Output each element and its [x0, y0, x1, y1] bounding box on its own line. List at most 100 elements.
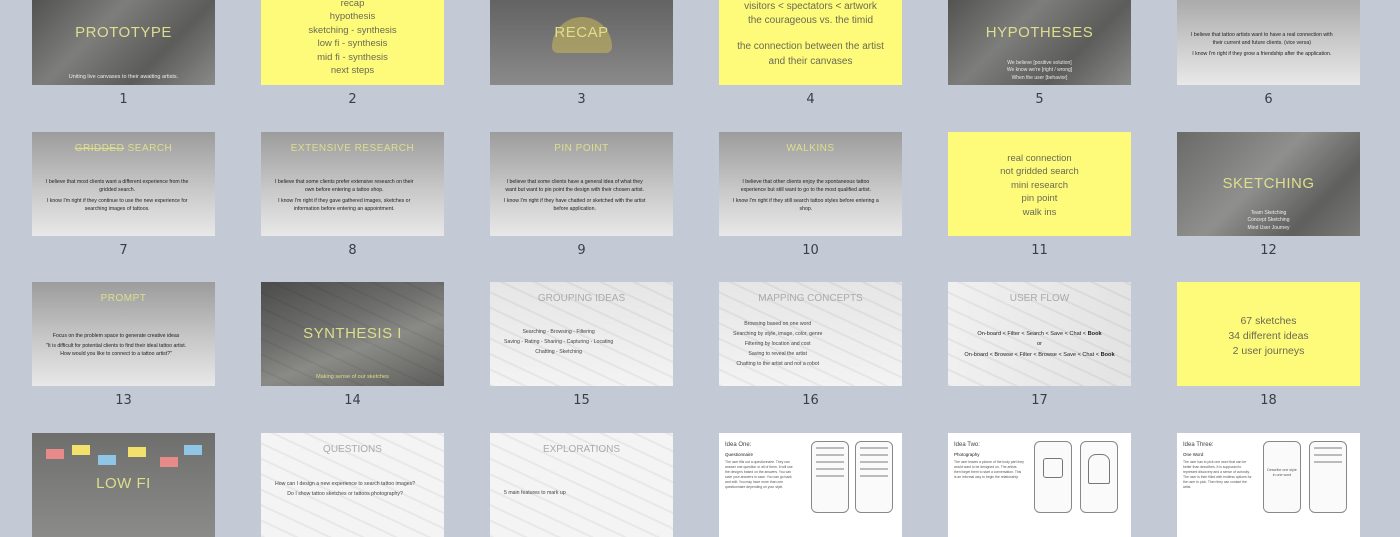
sticky-note: [184, 445, 202, 455]
sketch-line: [816, 447, 844, 449]
slide-line: Saving to reveal the artist: [748, 350, 807, 357]
phone-prompt-text: Describe one style in one word: [1267, 468, 1297, 477]
slide-thumbnail-10[interactable]: WALKINS I believe that other clients enj…: [719, 132, 902, 236]
slide-line: I believe that other clients enjoy the s…: [742, 179, 870, 185]
slide-line: We know we're [right / wrong]: [1006, 67, 1073, 74]
idea-subheading: One Word: [1183, 452, 1204, 457]
slide-caption: Uniting live canvases to their awaiting …: [68, 74, 179, 80]
slide-thumbnail-23[interactable]: Idea Two: Photography The user leaves a …: [948, 433, 1131, 537]
slide-text-list: On-board < Filter < Search < Save < Chat…: [948, 329, 1131, 360]
slide-thumbnail-21[interactable]: EXPLORATIONS 5 main features to mark up: [490, 433, 673, 537]
slide-thumbnail-8[interactable]: EXTENSIVE RESEARCH I believe that some c…: [261, 132, 444, 236]
slide-thumbnail-16[interactable]: MAPPING CONCEPTS Browsing based on one w…: [719, 282, 902, 386]
slide-line: I know I'm right if they have chatted or…: [504, 198, 646, 205]
slide-number: 11: [1031, 243, 1048, 258]
slide-text-list: I believe that most clients want a diffe…: [32, 178, 202, 213]
slide-thumbnail-4[interactable]: visitors < spectators < artwork the cour…: [719, 0, 902, 85]
slide-line: "It is difficult for potential clients t…: [46, 343, 187, 350]
camera-icon: [1043, 458, 1063, 478]
slide-thumbnail-15[interactable]: GROUPING IDEAS Searching - Browsing - Fi…: [490, 282, 673, 386]
phone-sketch: [1309, 441, 1347, 513]
slide-line: mid fi - synthesis: [317, 51, 388, 63]
slide-text-list: 67 sketches 34 different ideas 2 user jo…: [1177, 314, 1360, 359]
slide-number: 2: [348, 92, 357, 107]
slide-line: Concept Sketching: [1247, 217, 1290, 224]
slide-line: experience but still want to go to the m…: [740, 187, 872, 194]
slide-line: low fi - synthesis: [317, 38, 388, 50]
slide-thumbnail-13[interactable]: PROMPT Focus on the problem space to gen…: [32, 282, 215, 386]
slide-line: I believe that most clients want a diffe…: [46, 179, 189, 185]
slide-line: sketching - synthesis: [308, 24, 397, 36]
slide-line: Team Sketching: [1250, 210, 1287, 216]
sticky-note: [160, 457, 178, 467]
sticky-note: [98, 455, 116, 465]
slide-title: EXTENSIVE RESEARCH: [290, 143, 415, 154]
slide-line: gridded search.: [99, 187, 136, 194]
slide-thumbnail-11[interactable]: real connection not gridded search mini …: [948, 132, 1131, 236]
phone-sketch: [1034, 441, 1072, 513]
slide-thumbnail-18[interactable]: 67 sketches 34 different ideas 2 user jo…: [1177, 282, 1360, 386]
slide-thumbnail-19[interactable]: LOW FI: [32, 433, 215, 537]
slide-title: SKETCHING: [1222, 175, 1315, 192]
slide-thumbnail-20[interactable]: QUESTIONS How can I design a new experie…: [261, 433, 444, 537]
phone-sketch: [855, 441, 893, 513]
flow-text: On-board < Filter < Search < Save < Chat…: [977, 331, 1088, 337]
slide-number: 9: [577, 243, 586, 258]
slide-line: I know I'm right if they grow a friendsh…: [1192, 51, 1332, 58]
sketch-line: [860, 447, 888, 449]
slide-line: the courageous vs. the timid: [747, 15, 874, 27]
sticky-note: [72, 445, 90, 455]
idea-heading: Idea Three:: [1183, 442, 1214, 448]
slide-line: the connection between the artist: [737, 41, 884, 53]
slide-thumbnail-3[interactable]: RECAP: [490, 0, 673, 85]
slide-title: PROTOTYPE: [75, 24, 172, 41]
sketch-line: [860, 475, 888, 477]
slide-title: PROMPT: [100, 293, 147, 304]
slide-text-list: We believe [positive solution] We know w…: [948, 60, 1131, 82]
slide-thumbnail-14[interactable]: SYNTHESIS I Making sense of our sketches: [261, 282, 444, 386]
slide-text-list: Searching - Browsing - Filtering Saving …: [490, 328, 627, 358]
slide-line: own before entering a tattoo shop.: [304, 187, 384, 194]
slide-number: 10: [802, 243, 819, 258]
slide-number: 4: [806, 92, 815, 107]
slide-thumbnail-24[interactable]: Idea Three: One Word The user has to pic…: [1177, 433, 1360, 537]
slide-thumbnail-7[interactable]: GRIDDED SEARCH I believe that most clien…: [32, 132, 215, 236]
slide-line: How would you like to connect to a tatto…: [60, 351, 172, 358]
slide-caption: Making sense of our sketches: [316, 374, 389, 380]
slide-thumbnail-12[interactable]: SKETCHING Team Sketching Concept Sketchi…: [1177, 132, 1360, 236]
slide-thumbnail-5[interactable]: HYPOTHESES We believe [positive solution…: [948, 0, 1131, 85]
slide-thumbnail-2[interactable]: recap hypothesis sketching - synthesis l…: [261, 0, 444, 85]
idea-description: The user fills out a questionnaire. They…: [725, 460, 793, 489]
slide-line: 5 main features to mark up: [504, 490, 566, 496]
slide-thumbnail-9[interactable]: PIN POINT I believe that some clients ha…: [490, 132, 673, 236]
slide-title: GROUPING IDEAS: [537, 293, 626, 304]
slide-title: USER FLOW: [1009, 293, 1070, 304]
slide-line: recap: [340, 0, 365, 9]
slide-line: Saving - Rating - Sharing - Capturing - …: [504, 338, 614, 345]
slide-line: Filtering by location and cost: [744, 340, 811, 347]
slide-line: walk ins: [1022, 206, 1057, 218]
slide-title: GRIDDED SEARCH: [32, 143, 215, 154]
sketch-line: [860, 468, 888, 470]
slide-line: I know I'm right if they still search ta…: [733, 198, 879, 205]
sticky-note: [46, 449, 64, 459]
phone-sketch: [1080, 441, 1118, 513]
slide-thumbnail-6[interactable]: I believe that tattoo artists want to ha…: [1177, 0, 1360, 85]
slide-line: hypothesis: [329, 11, 376, 23]
slide-number: 13: [115, 393, 132, 408]
slide-number: 14: [344, 393, 361, 408]
slide-line: When the user [behavior]: [1011, 74, 1068, 81]
slide-title-rest: SEARCH: [124, 143, 173, 154]
slide-line: want but want to pin point the design wi…: [505, 187, 645, 194]
slide-thumbnail-1[interactable]: PROTOTYPE Uniting live canvases to their…: [32, 0, 215, 85]
slide-number: 16: [802, 393, 819, 408]
flow-bold: Book: [1100, 351, 1115, 358]
slide-title: QUESTIONS: [323, 444, 382, 455]
slide-thumbnail-22[interactable]: Idea One: Questionnaire The user fills o…: [719, 433, 902, 537]
slide-thumbnail-17[interactable]: USER FLOW On-board < Filter < Search < S…: [948, 282, 1131, 386]
slide-text-list: real connection not gridded search mini …: [948, 152, 1131, 219]
slide-text-list: Focus on the problem space to generate c…: [32, 332, 200, 358]
slide-line: 34 different ideas: [1228, 329, 1309, 342]
slide-line: real connection: [1007, 153, 1072, 164]
slide-line: visitors < spectators < artwork: [744, 1, 877, 12]
